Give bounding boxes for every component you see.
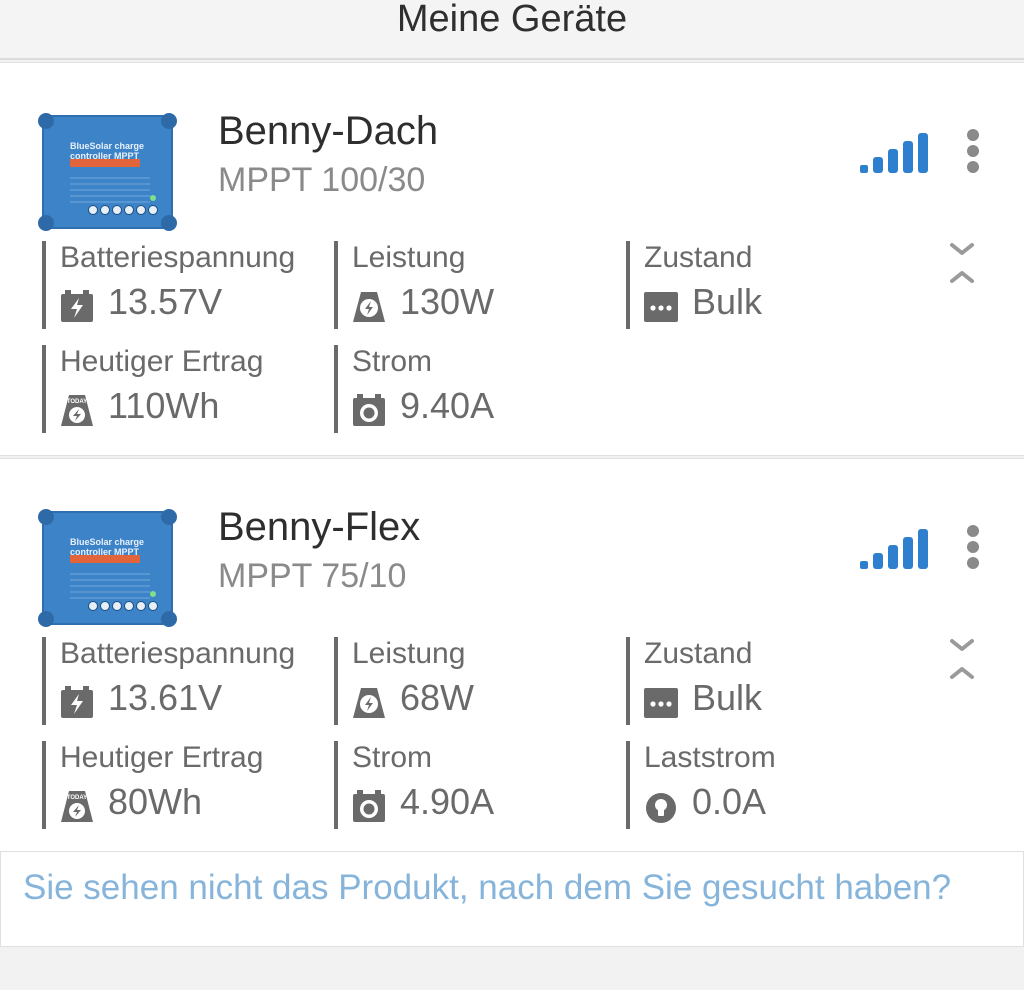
app-header: Meine Geräte [0, 0, 1024, 60]
metric-value: 110Wh [108, 385, 220, 426]
more-options-icon[interactable] [960, 523, 986, 571]
metric-power: Leistung 130W [334, 241, 618, 329]
today-badge: TODAY [67, 795, 87, 801]
page-title: Meine Geräte [396, 0, 628, 40]
metric-current: Strom 4.90A [334, 741, 618, 829]
metric-current: Strom 9.40A [334, 345, 618, 433]
current-gauge-icon [353, 790, 385, 822]
metric-label: Leistung [352, 241, 466, 274]
metric-yield-today: Heutiger Ertrag TODAY 110Wh [42, 345, 326, 433]
metric-label: Heutiger Ertrag [60, 741, 264, 774]
power-bolt-icon [353, 292, 385, 322]
device-name: Benny-Dach [218, 109, 439, 153]
device-image: BlueSolar charge controller MPPT [38, 113, 177, 231]
current-gauge-icon [353, 394, 385, 426]
state-dots-icon [644, 688, 678, 718]
signal-strength-icon [860, 529, 928, 569]
device-model: MPPT 100/30 [218, 161, 426, 199]
metric-value: 130W [400, 281, 495, 322]
metric-label: Laststrom [644, 741, 776, 774]
metric-value: 9.40A [400, 385, 495, 426]
battery-bolt-icon [61, 290, 93, 322]
metric-label: Strom [352, 345, 433, 378]
metric-label: Batteriespannung [60, 637, 296, 670]
more-options-icon[interactable] [960, 127, 986, 175]
device-model: MPPT 75/10 [218, 557, 407, 595]
metric-battery-voltage: Batteriespannung 13.57V [42, 241, 326, 329]
battery-bolt-icon [61, 686, 93, 718]
metric-power: Leistung 68W [334, 637, 618, 725]
device-image-label: BlueSolar charge controller MPPT [70, 537, 145, 557]
metric-label: Heutiger Ertrag [60, 345, 264, 378]
metric-label: Leistung [352, 637, 466, 670]
power-bolt-icon [353, 688, 385, 718]
metric-value: 13.57V [108, 281, 223, 322]
today-badge: TODAY [67, 399, 87, 405]
metric-label: Batteriespannung [60, 241, 296, 274]
metric-label: Zustand [644, 637, 753, 670]
metric-label: Strom [352, 741, 433, 774]
metric-value: 0.0A [692, 781, 767, 822]
state-dots-icon [644, 292, 678, 322]
device-card[interactable]: BlueSolar charge controller MPPT Benny-D… [0, 62, 1024, 456]
today-yield-icon: TODAY [61, 791, 93, 822]
device-image: BlueSolar charge controller MPPT [38, 509, 177, 627]
metric-load-current: Laststrom 0.0A [626, 741, 910, 829]
metric-yield-today: Heutiger Ertrag TODAY 80Wh [42, 741, 326, 829]
product-not-found-link[interactable]: Sie sehen nicht das Produkt, nach dem Si… [23, 868, 951, 908]
footer-panel: Sie sehen nicht das Produkt, nach dem Si… [0, 852, 1024, 947]
metric-value: 13.61V [108, 677, 223, 718]
expand-collapse-icon[interactable] [944, 239, 980, 289]
metric-battery-voltage: Batteriespannung 13.61V [42, 637, 326, 725]
metric-state: Zustand Bulk [626, 241, 910, 329]
device-card[interactable]: BlueSolar charge controller MPPT Benny-F… [0, 458, 1024, 852]
expand-collapse-icon[interactable] [944, 635, 980, 685]
metric-value: 68W [400, 677, 475, 718]
metric-value: Bulk [692, 281, 763, 322]
metric-label: Zustand [644, 241, 753, 274]
device-image-label: BlueSolar charge controller MPPT [70, 141, 145, 161]
signal-strength-icon [860, 133, 928, 173]
metric-value: 4.90A [400, 781, 495, 822]
metric-value: Bulk [692, 677, 763, 718]
metric-state: Zustand Bulk [626, 637, 910, 725]
bulb-icon [646, 793, 676, 823]
device-name: Benny-Flex [218, 505, 421, 549]
today-yield-icon: TODAY [61, 395, 93, 426]
metric-value: 80Wh [108, 781, 203, 822]
